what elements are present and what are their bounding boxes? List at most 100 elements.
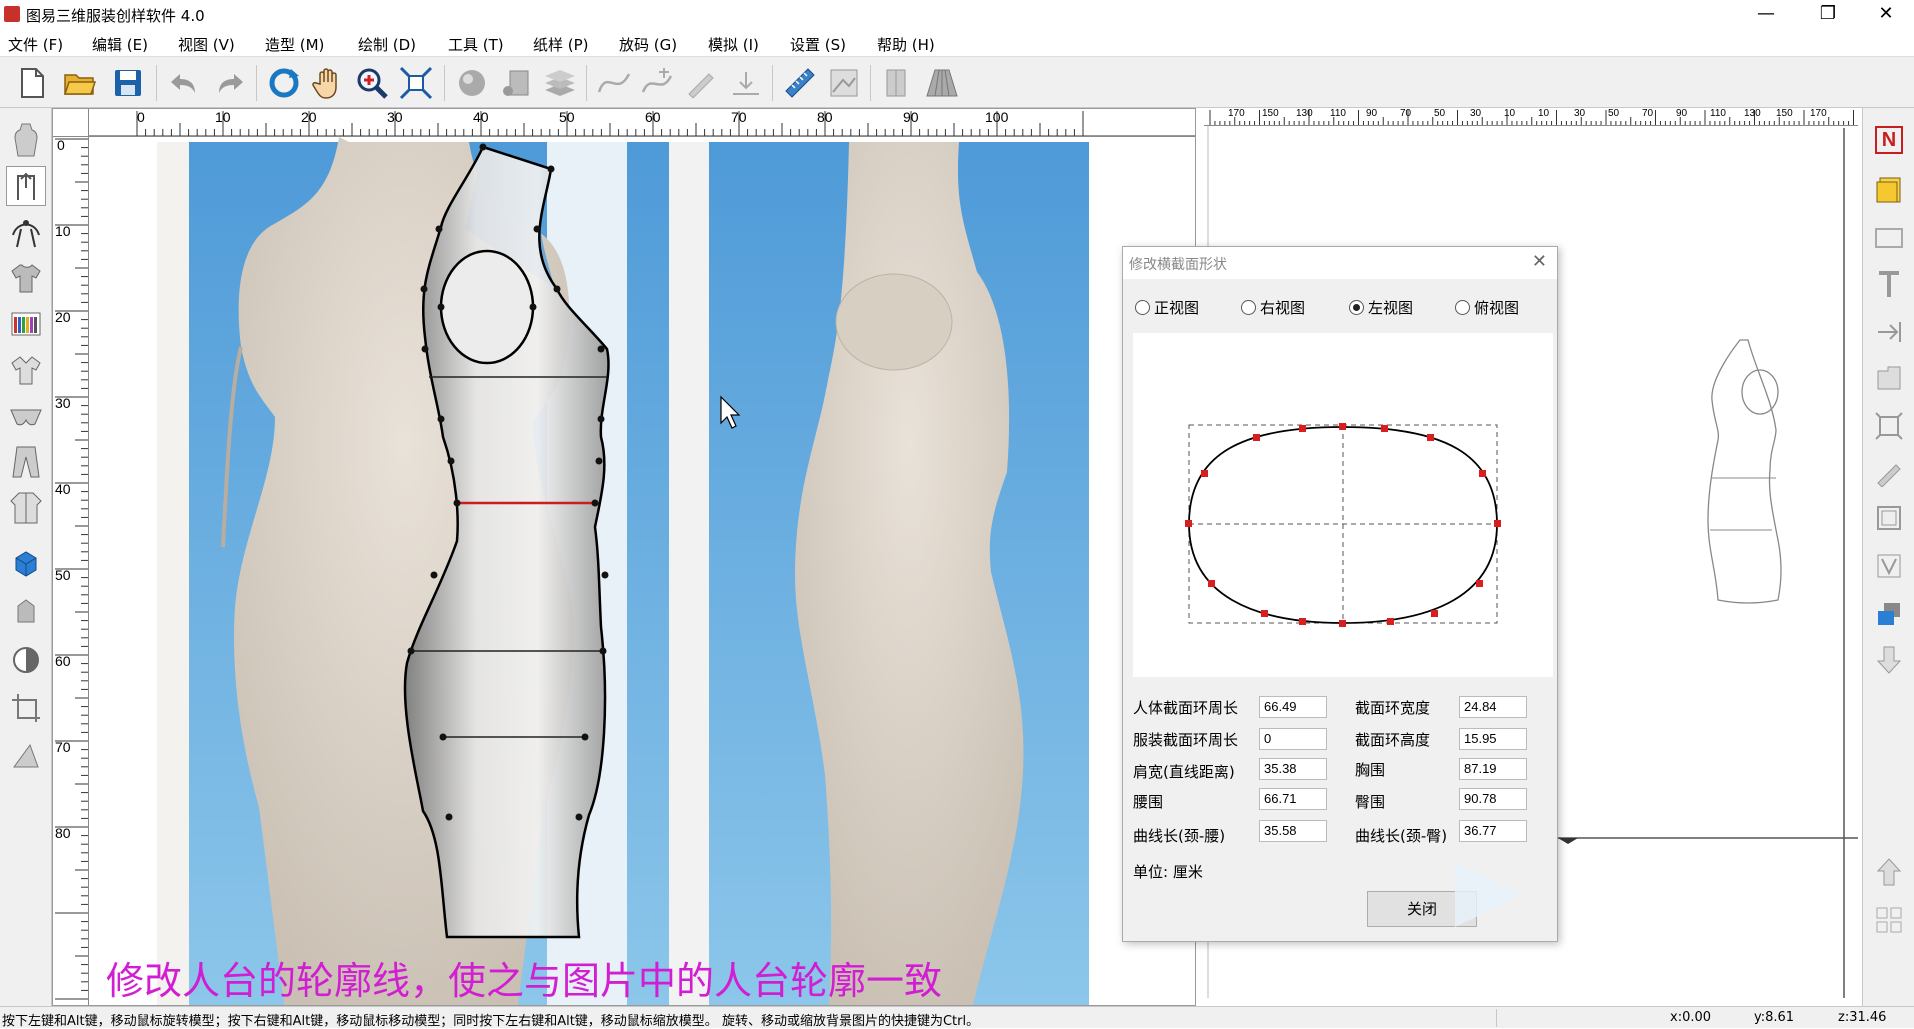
- bust-field[interactable]: 87.19: [1459, 758, 1527, 780]
- fit-all-icon[interactable]: [396, 63, 436, 103]
- radio-front-view[interactable]: 正视图: [1135, 297, 1199, 318]
- move-up-icon[interactable]: [1869, 852, 1909, 892]
- radio-left-view[interactable]: 左视图: [1349, 297, 1413, 318]
- frame-icon[interactable]: [1869, 498, 1909, 538]
- align-down-icon[interactable]: [726, 63, 766, 103]
- curve-icon[interactable]: [594, 63, 634, 103]
- open-folder-icon[interactable]: [60, 63, 100, 103]
- bra-icon[interactable]: [6, 396, 46, 436]
- sphere-icon[interactable]: [452, 63, 492, 103]
- section-width-label: 截面环宽度: [1355, 699, 1431, 717]
- section-height-field[interactable]: 15.95: [1459, 728, 1527, 750]
- body-section-perimeter-field[interactable]: 66.49: [1259, 696, 1327, 718]
- layers-icon[interactable]: [540, 63, 580, 103]
- coat-icon[interactable]: [6, 488, 46, 528]
- angle-tool-icon[interactable]: [6, 736, 46, 776]
- hip-field[interactable]: 90.78: [1459, 788, 1527, 810]
- radio-right-view[interactable]: 右视图: [1241, 297, 1305, 318]
- menu-view[interactable]: 视图 (V): [178, 34, 235, 55]
- select-tool-icon[interactable]: [6, 166, 46, 206]
- title-bar: 图易三维服装创样软件 4.0 — ❐ ✕: [0, 0, 1914, 30]
- hip-label: 臀围: [1355, 793, 1386, 811]
- minimize-button[interactable]: —: [1738, 0, 1794, 30]
- menu-settings[interactable]: 设置 (S): [790, 34, 846, 55]
- trousers-icon[interactable]: [6, 442, 46, 482]
- piece-stack-icon[interactable]: [1869, 358, 1909, 398]
- v-ruler-label: 70: [55, 739, 71, 755]
- move-down-icon[interactable]: [1869, 640, 1909, 680]
- save-icon[interactable]: [108, 63, 148, 103]
- menu-model[interactable]: 造型 (M): [265, 34, 324, 55]
- arrow-right-icon[interactable]: [1869, 312, 1909, 352]
- status-z-coord: z:31.46: [1838, 1010, 1887, 1025]
- new-file-icon[interactable]: [12, 63, 52, 103]
- color-piece-icon[interactable]: [1869, 594, 1909, 634]
- mannequin-icon[interactable]: [6, 120, 46, 160]
- menu-file[interactable]: 文件 (F): [8, 34, 63, 55]
- menu-simulate[interactable]: 模拟 (I): [708, 34, 759, 55]
- menu-pattern[interactable]: 纸样 (P): [533, 34, 589, 55]
- crop-image-icon[interactable]: [824, 63, 864, 103]
- contrast-icon[interactable]: [6, 640, 46, 680]
- add-curve-point-icon[interactable]: [638, 63, 678, 103]
- menu-edit[interactable]: 编辑 (E): [92, 34, 148, 55]
- menu-help[interactable]: 帮助 (H): [877, 34, 935, 55]
- curve-neck-hip-field[interactable]: 36.77: [1459, 820, 1527, 842]
- section-height-label: 截面环高度: [1355, 731, 1431, 749]
- transform-icon[interactable]: [6, 688, 46, 728]
- north-n-icon[interactable]: N: [1869, 120, 1909, 160]
- v-ruler-label: 60: [55, 653, 71, 669]
- main-toolbar: [0, 56, 1914, 108]
- garment-section-perimeter-field[interactable]: 0: [1259, 728, 1327, 750]
- grid-icon[interactable]: [1869, 900, 1909, 940]
- tshirt-icon[interactable]: [6, 258, 46, 298]
- new-page-icon[interactable]: [1869, 170, 1909, 210]
- pan-hand-icon[interactable]: [308, 63, 348, 103]
- puppet-icon[interactable]: [6, 590, 46, 630]
- v-ruler-label: 0: [57, 137, 65, 153]
- curve-neck-waist-field[interactable]: 35.58: [1259, 820, 1327, 842]
- edit-piece-icon[interactable]: [1869, 452, 1909, 492]
- palette-icon[interactable]: [6, 304, 46, 344]
- radio-circle: [1241, 300, 1256, 315]
- vertical-ruler: 0 10 20 30 40 50 60 70 80: [53, 137, 89, 1005]
- h-ruler-label: 90: [903, 109, 919, 125]
- maximize-button[interactable]: ❐: [1800, 0, 1856, 30]
- main-viewport[interactable]: 0 10 20 30 40 50 60 70 80 90 100 0 10 20…: [52, 108, 1196, 1006]
- menu-grading[interactable]: 放码 (G): [619, 34, 677, 55]
- play-watermark-icon: [1455, 863, 1523, 927]
- skirt-icon[interactable]: [922, 63, 962, 103]
- zoom-in-icon[interactable]: [352, 63, 392, 103]
- body-points-icon[interactable]: [6, 212, 46, 252]
- h-ruler-label: 0: [137, 109, 145, 125]
- rectangle-icon[interactable]: [1869, 218, 1909, 258]
- pattern-v-icon[interactable]: [1869, 546, 1909, 586]
- radio-circle-checked: [1349, 300, 1364, 315]
- shirt-collar-icon[interactable]: [6, 350, 46, 390]
- edit-curve-icon[interactable]: [682, 63, 722, 103]
- measure-ruler-icon[interactable]: [780, 63, 820, 103]
- background-image-canvas[interactable]: [89, 137, 1195, 1005]
- shoulder-width-field[interactable]: 35.38: [1259, 758, 1327, 780]
- redo-icon[interactable]: [210, 63, 250, 103]
- undo-icon[interactable]: [164, 63, 204, 103]
- menu-draw[interactable]: 绘制 (D): [358, 34, 416, 55]
- v-ruler-label: 20: [55, 309, 71, 325]
- cross-section-editor[interactable]: [1133, 333, 1553, 677]
- dialog-close-icon[interactable]: ✕: [1532, 251, 1547, 272]
- box-object-icon[interactable]: [496, 63, 536, 103]
- status-hint: 按下左键和Alt键，移动鼠标旋转模型；按下右键和Alt键，移动鼠标移动模型；同时…: [2, 1014, 980, 1029]
- rotate-view-icon[interactable]: [264, 63, 304, 103]
- left-toolbar: [0, 108, 52, 1006]
- h-ruler-label: 20: [301, 109, 317, 125]
- cube-3d-icon[interactable]: [6, 544, 46, 584]
- garment-front-icon[interactable]: [876, 63, 916, 103]
- section-width-field[interactable]: 24.84: [1459, 696, 1527, 718]
- waist-field[interactable]: 66.71: [1259, 788, 1327, 810]
- fit-piece-icon[interactable]: [1869, 406, 1909, 446]
- menu-tools[interactable]: 工具 (T): [448, 34, 504, 55]
- text-tool-icon[interactable]: [1869, 264, 1909, 304]
- close-window-button[interactable]: ✕: [1858, 0, 1914, 30]
- radio-circle: [1135, 300, 1150, 315]
- radio-top-view[interactable]: 俯视图: [1455, 297, 1519, 318]
